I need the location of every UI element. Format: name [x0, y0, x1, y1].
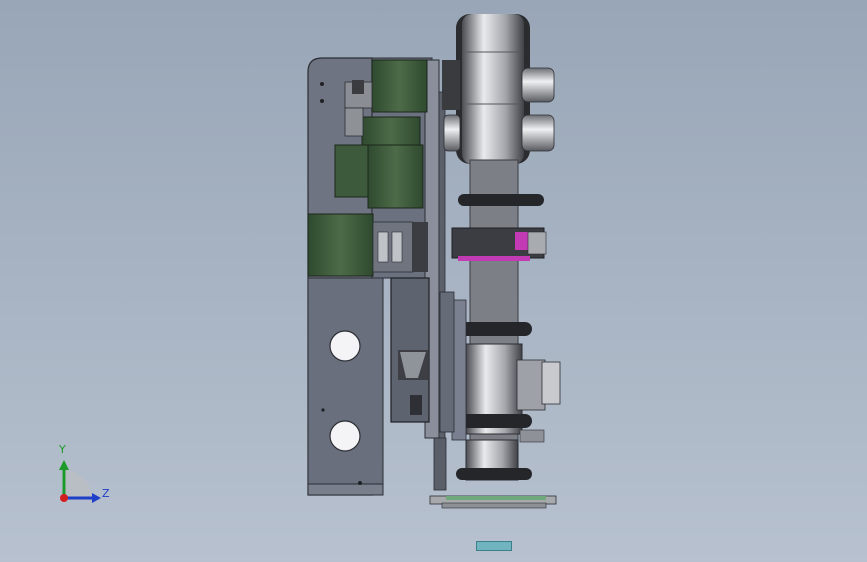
accent-strip	[458, 256, 530, 261]
axis-y-label: Y	[59, 443, 66, 456]
motor-lower	[307, 213, 428, 277]
status-tab[interactable]	[476, 541, 512, 551]
bottom-pcb	[429, 495, 557, 509]
axis-z-label: Z	[102, 487, 110, 500]
mount-hole-upper	[329, 330, 361, 362]
cad-viewport[interactable]: Y Z	[0, 0, 867, 562]
assembly-model[interactable]	[0, 0, 867, 562]
coordinate-triad-icon	[59, 460, 101, 503]
motor-middle	[334, 107, 424, 209]
mount-hole-lower	[329, 420, 361, 452]
